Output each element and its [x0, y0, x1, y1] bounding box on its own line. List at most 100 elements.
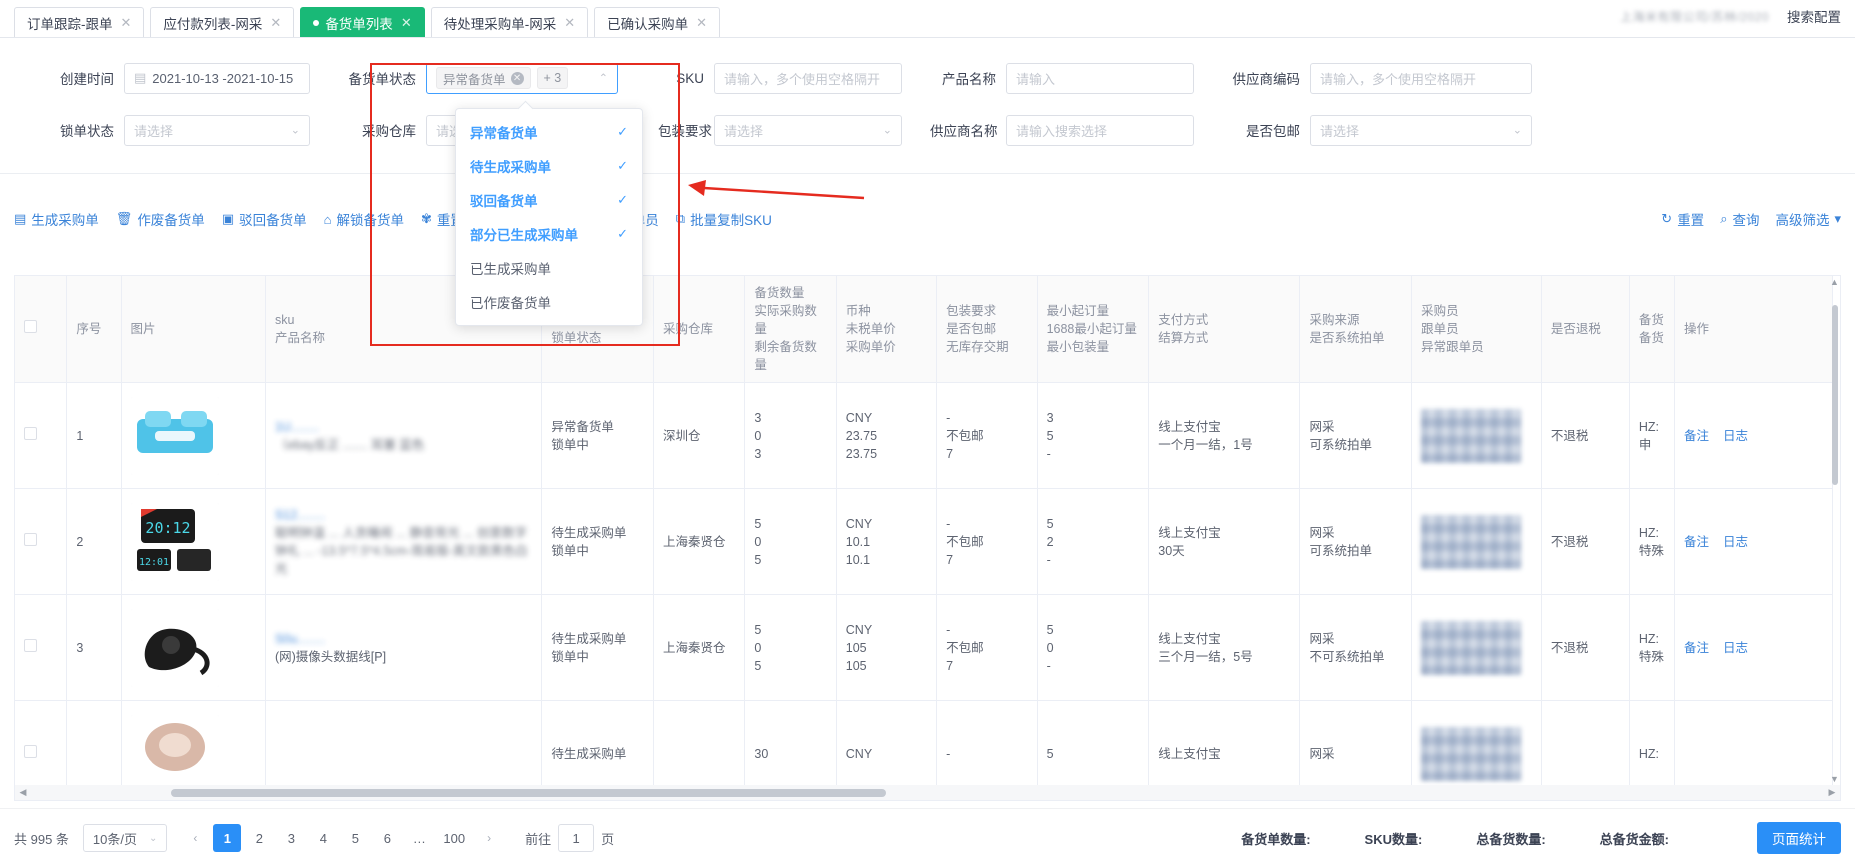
page-ellipsis[interactable]: …: [405, 824, 433, 852]
batch-copy-sku-button[interactable]: ⧉ 批量复制SKU: [676, 209, 772, 229]
table-row[interactable]: 1 1U........ （ebay反正 ....... 耳塞 蓝色 异常备货单…: [15, 382, 1834, 489]
row-checkbox-cell[interactable]: [15, 382, 68, 489]
reject-stock-order-button[interactable]: ▣ 驳回备货单: [222, 209, 307, 229]
dropdown-option-4[interactable]: 已生成采购单: [456, 251, 642, 285]
chevron-down-icon[interactable]: ⌄: [291, 124, 300, 137]
page-statistics-button[interactable]: 页面统计: [1757, 822, 1841, 854]
dropdown-option-1[interactable]: 待生成采购单 ✓: [456, 149, 642, 183]
page-button-5[interactable]: 5: [341, 824, 369, 852]
cell-image[interactable]: [121, 700, 266, 786]
row-log-button[interactable]: 日志: [1723, 533, 1748, 551]
scroll-down-icon[interactable]: ▼: [1830, 774, 1839, 785]
page-button-4[interactable]: 4: [309, 824, 337, 852]
search-config-button[interactable]: 搜索配置: [1787, 6, 1841, 26]
sku-link[interactable]: S12........: [275, 506, 532, 524]
row-remark-button[interactable]: 备注: [1684, 639, 1709, 657]
tab-order-tracking[interactable]: 订单跟踪-跟单 ✕: [14, 7, 145, 37]
product-thumbnail[interactable]: [130, 714, 219, 786]
cell-tax-refund: 不退税: [1541, 594, 1630, 701]
sku-link[interactable]: S0u........: [275, 630, 532, 648]
next-page-button[interactable]: ›: [475, 824, 503, 852]
checkbox-icon[interactable]: [24, 532, 37, 546]
dropdown-option-5[interactable]: 已作废备货单: [456, 285, 642, 319]
cell-image[interactable]: [121, 382, 266, 489]
hscroll-track[interactable]: [31, 788, 1824, 797]
product-thumbnail[interactable]: [130, 396, 219, 475]
row-remark-button[interactable]: 备注: [1684, 533, 1709, 551]
close-icon[interactable]: ✕: [564, 15, 575, 31]
tab-stock-order-list[interactable]: 备货单列表 ✕: [300, 7, 425, 37]
free-shipping-select[interactable]: 请选择 ⌄: [1310, 114, 1532, 146]
product-thumbnail[interactable]: [130, 608, 219, 687]
chevron-down-icon[interactable]: ⌄: [883, 124, 892, 137]
page-button-2[interactable]: 2: [245, 824, 273, 852]
table-row[interactable]: 3 S0u........ (网)摄像头数据线[P] 待生成采购单 锁单中 上海…: [15, 594, 1834, 701]
page-button-1[interactable]: 1: [213, 824, 242, 852]
selected-tag[interactable]: 异常备货单 ✕: [436, 67, 531, 89]
reset-button[interactable]: ↻ 重置: [1661, 209, 1704, 229]
scroll-left-icon[interactable]: ◀: [15, 787, 31, 798]
cell-status: 待生成采购单 锁单中: [541, 594, 655, 701]
cell-image[interactable]: [121, 594, 266, 701]
stock-status-select[interactable]: 异常备货单 ✕ + 3 ⌃: [426, 62, 618, 94]
chevron-down-icon[interactable]: ⌄: [1513, 124, 1522, 137]
row-checkbox-cell[interactable]: [15, 594, 68, 701]
supplier-code-input-box[interactable]: 请输入，多个使用空格隔开: [1310, 62, 1532, 94]
generate-purchase-order-button[interactable]: ▤ 生成采购单: [14, 209, 99, 229]
sku-input-box[interactable]: 请输入，多个使用空格隔开: [714, 62, 902, 94]
cell-image[interactable]: 20:12 12:01: [121, 488, 266, 595]
void-stock-order-button[interactable]: 🗑 作废备货单: [116, 209, 205, 229]
tab-payable-list[interactable]: 应付款列表-网采 ✕: [150, 7, 295, 37]
cell-pack: - 不包邮 7: [936, 488, 1038, 595]
scroll-right-icon[interactable]: ▶: [1824, 787, 1840, 798]
row-log-button[interactable]: 日志: [1723, 427, 1748, 445]
filter-label: 备货单状态: [348, 72, 417, 87]
stock-status-dropdown[interactable]: 异常备货单 ✓ 待生成采购单 ✓ 驳回备货单 ✓ 部分已生成采购单 ✓ 已生成采…: [455, 108, 643, 326]
query-button[interactable]: ⌕ 查询: [1720, 209, 1759, 229]
row-log-button[interactable]: 日志: [1723, 639, 1748, 657]
table-row[interactable]: 2 20:12 12:01 S12........ 聪明钟温 ... 人贪睡闹 …: [15, 488, 1834, 595]
lock-status-select[interactable]: 请选择 ⌄: [124, 114, 310, 146]
create-time-input[interactable]: ▤ 2021-10-13 -2021-10-15: [124, 62, 310, 94]
unlock-stock-order-button[interactable]: ⌂ 解锁备货单: [324, 209, 404, 229]
tab-pending-purchase-order[interactable]: 待处理采购单-网采 ✕: [430, 7, 589, 37]
chevron-up-icon[interactable]: ⌃: [599, 72, 608, 85]
checkbox-icon[interactable]: [24, 320, 37, 333]
close-icon[interactable]: ✕: [696, 15, 707, 31]
dropdown-option-0[interactable]: 异常备货单 ✓: [456, 115, 642, 149]
checkbox-icon[interactable]: [24, 744, 37, 758]
checkbox-icon[interactable]: [24, 426, 37, 440]
scroll-up-icon[interactable]: ▲: [1830, 277, 1839, 288]
row-checkbox-cell[interactable]: [15, 488, 68, 595]
package-req-select[interactable]: 请选择 ⌄: [714, 114, 902, 146]
page-button-3[interactable]: 3: [277, 824, 305, 852]
select-all-header[interactable]: [15, 276, 68, 383]
dropdown-option-3[interactable]: 部分已生成采购单 ✓: [456, 217, 642, 251]
table-body: 1 1U........ （ebay反正 ....... 耳塞 蓝色 异常备货单…: [15, 382, 1834, 786]
advanced-filter-button[interactable]: 高级筛选 ▾: [1775, 209, 1841, 229]
page-button-6[interactable]: 6: [373, 824, 401, 852]
row-checkbox-cell[interactable]: [15, 700, 68, 785]
prev-page-button[interactable]: ‹: [181, 824, 209, 852]
close-icon[interactable]: ✕: [121, 15, 132, 31]
table-row[interactable]: 待生成采购单 30 CNY - 5 线上支付宝 网采 HZ:: [15, 700, 1834, 786]
sku-link[interactable]: 1U........: [275, 418, 532, 436]
dropdown-option-2[interactable]: 驳回备货单 ✓: [456, 183, 642, 217]
product-name-input-box[interactable]: 请输入: [1006, 62, 1194, 94]
table-vertical-scrollbar[interactable]: ▲ ▼: [1830, 277, 1839, 785]
page-size-select[interactable]: 10条/页 ⌄: [82, 824, 168, 852]
close-icon[interactable]: ✕: [401, 15, 412, 31]
hscroll-thumb[interactable]: [171, 788, 886, 797]
tag-close-icon[interactable]: ✕: [510, 71, 524, 85]
scroll-thumb[interactable]: [1832, 305, 1838, 485]
supplier-name-input-box[interactable]: 请输入搜索选择: [1006, 114, 1194, 146]
page-button-100[interactable]: 100: [437, 824, 471, 852]
jump-input[interactable]: [558, 824, 595, 852]
row-remark-button[interactable]: 备注: [1684, 427, 1709, 445]
table-horizontal-scrollbar[interactable]: ◀ ▶: [14, 785, 1841, 801]
data-table-container[interactable]: 序号 图片 sku 产品名称 备货单状态 锁单状态 采购仓库 备货数量 实际采购…: [14, 275, 1841, 785]
close-icon[interactable]: ✕: [270, 15, 281, 31]
checkbox-icon[interactable]: [24, 638, 37, 652]
tab-confirmed-purchase-order[interactable]: 已确认采购单 ✕: [594, 7, 721, 37]
product-thumbnail[interactable]: 20:12 12:01: [130, 502, 219, 581]
